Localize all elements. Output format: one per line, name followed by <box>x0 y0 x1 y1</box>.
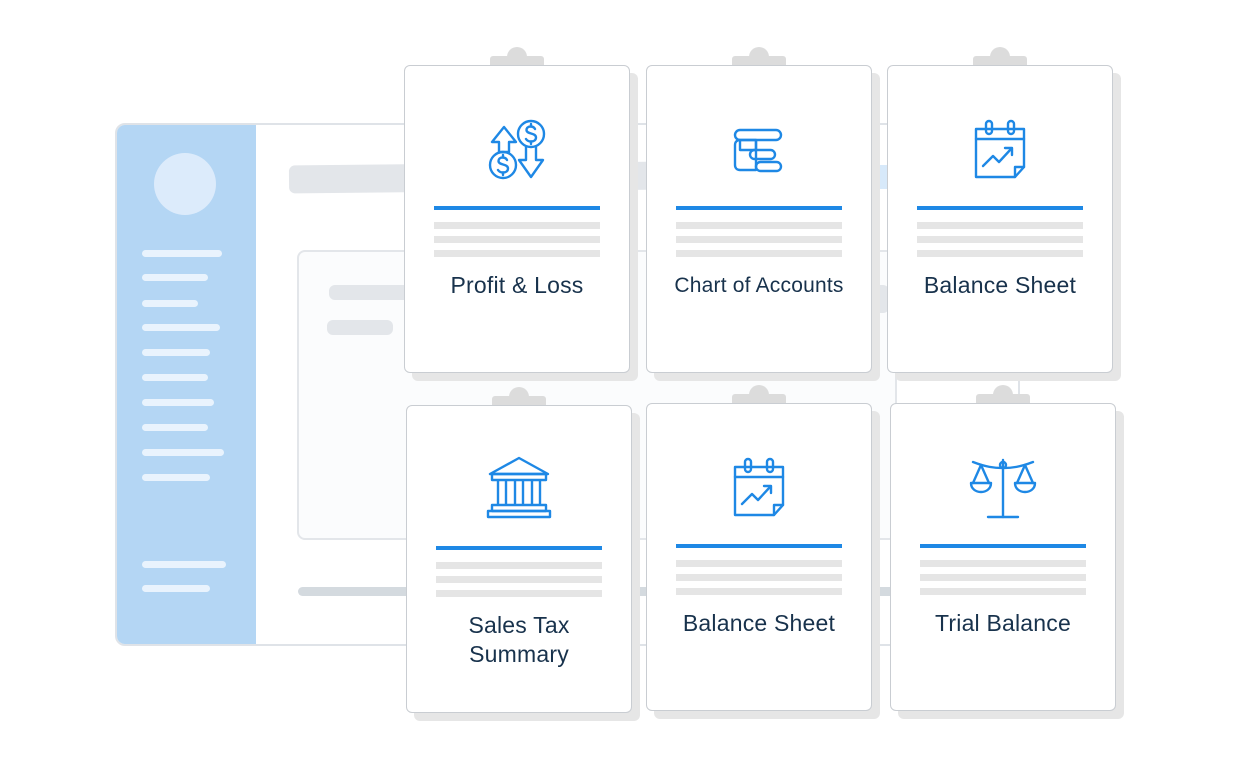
card-paper <box>890 403 1116 711</box>
card-label: Chart of Accounts <box>674 274 844 297</box>
sidebar-item <box>142 374 208 381</box>
calendar-chart-icon <box>965 115 1035 185</box>
text-placeholder <box>327 320 393 335</box>
report-card-sales-tax-summary[interactable]: Sales Tax Summary <box>406 387 640 721</box>
profit-loss-icon <box>482 115 552 185</box>
card-paper <box>404 65 630 373</box>
card-label: Profit & Loss <box>450 272 584 298</box>
report-card-chart-of-accounts[interactable]: Chart of Accounts <box>646 47 880 381</box>
sidebar-item <box>142 449 224 456</box>
card-paper <box>646 65 872 373</box>
sidebar-item <box>142 250 222 257</box>
sidebar-item <box>142 300 198 307</box>
card-paper <box>887 65 1113 373</box>
card-label: Balance Sheet <box>923 272 1077 298</box>
calendar-chart-icon <box>724 453 794 523</box>
sidebar-item <box>142 561 226 568</box>
sidebar-item <box>142 399 214 406</box>
chart-of-accounts-icon <box>724 115 794 185</box>
app-sidebar <box>117 125 256 644</box>
scales-icon <box>968 453 1038 523</box>
sidebar-item <box>142 424 208 431</box>
sidebar-item <box>142 585 210 592</box>
bank-icon <box>484 453 554 523</box>
avatar <box>154 153 216 215</box>
sidebar-item <box>142 474 210 481</box>
card-label: Balance Sheet <box>682 610 836 636</box>
card-paper <box>646 403 872 711</box>
report-card-profit-loss[interactable]: Profit & Loss <box>404 47 638 381</box>
sidebar-item <box>142 274 208 281</box>
report-card-balance-sheet[interactable]: Balance Sheet <box>887 47 1121 381</box>
sidebar-item <box>142 324 220 331</box>
card-label: Trial Balance <box>935 610 1071 636</box>
sidebar-item <box>142 349 210 356</box>
card-label: Sales Tax Summary <box>468 612 570 667</box>
report-card-trial-balance[interactable]: Trial Balance <box>890 385 1124 719</box>
report-card-balance-sheet-2[interactable]: Balance Sheet <box>646 385 880 719</box>
